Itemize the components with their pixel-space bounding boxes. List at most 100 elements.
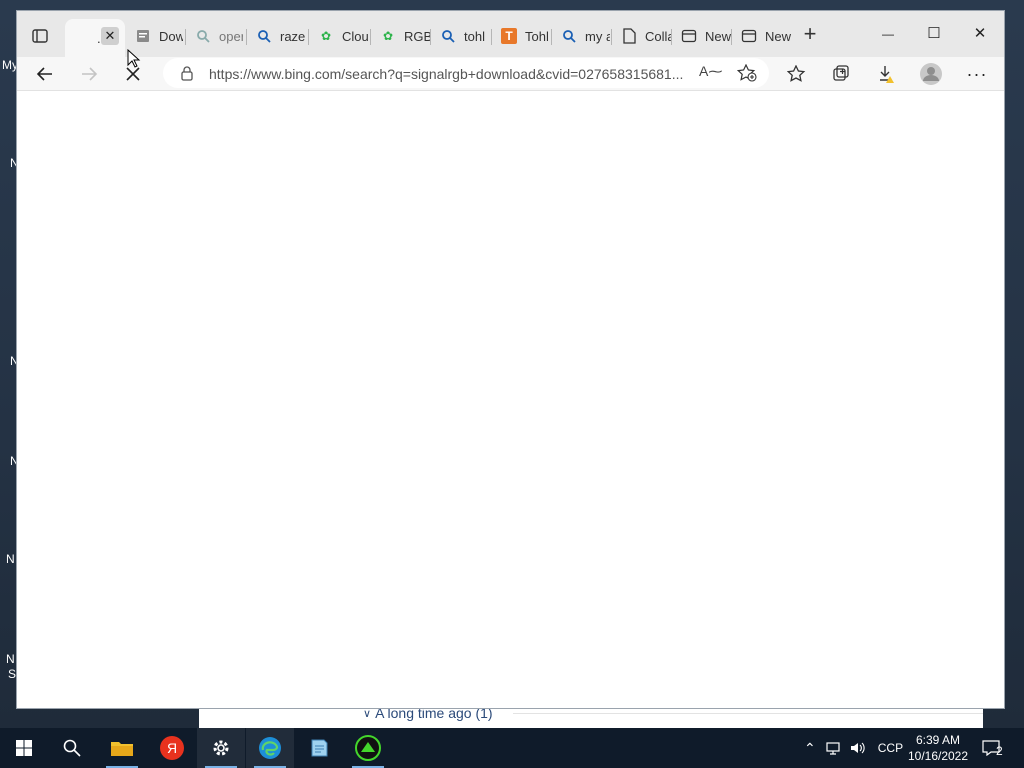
tab[interactable]: New	[673, 23, 731, 49]
folder-icon	[111, 742, 133, 756]
system-tray: ⌃ ССР	[804, 728, 903, 768]
tab-label: Colla	[645, 28, 671, 44]
address-bar[interactable]: https://www.bing.com/search?q=signalrgb+…	[163, 58, 769, 88]
search-icon	[256, 28, 272, 44]
network-icon[interactable]	[826, 741, 842, 755]
tab[interactable]: tohl	[432, 23, 490, 49]
tab-label: tohl	[464, 28, 485, 44]
plus-icon: +	[803, 21, 817, 46]
tab-separator	[246, 29, 247, 45]
back-button[interactable]	[31, 61, 59, 87]
new-tab-button[interactable]: +	[799, 21, 821, 46]
razer-icon: ✿	[382, 29, 394, 43]
tab[interactable]: raze	[248, 23, 306, 49]
taskbar-file-explorer[interactable]	[98, 728, 146, 768]
notification-count-badge: 2	[996, 744, 1003, 758]
minimize-icon: —	[882, 27, 894, 41]
clock-time: 6:39 AM	[915, 733, 961, 747]
language-indicator[interactable]: ССР	[878, 741, 903, 755]
close-icon: ✕	[973, 25, 987, 42]
tab-label: Clou	[342, 28, 368, 44]
back-arrow-icon	[36, 67, 52, 81]
tab[interactable]: ✿ RGB	[372, 23, 430, 49]
volume-icon[interactable]	[850, 741, 866, 755]
tab-label: New	[765, 28, 791, 44]
tab-actions-button[interactable]	[29, 25, 51, 47]
razer-synapse-icon	[355, 735, 381, 761]
minimize-button[interactable]: —	[865, 19, 911, 49]
tab[interactable]: T Tohl	[493, 23, 551, 49]
tab-separator	[491, 29, 492, 45]
lock-icon[interactable]	[180, 65, 194, 81]
start-button[interactable]	[0, 728, 48, 768]
downloads-button[interactable]	[873, 61, 901, 87]
newtab-icon	[681, 28, 697, 44]
favorites-icon	[787, 65, 806, 82]
clock[interactable]: 6:39 AM 10/16/2022	[904, 732, 972, 764]
tab-separator	[370, 29, 371, 45]
tab[interactable]: oper	[187, 23, 243, 49]
close-icon: ✕	[104, 28, 116, 43]
taskbar-edge[interactable]	[246, 728, 294, 768]
url-text: https://www.bing.com/search?q=signalrgb+…	[209, 66, 683, 82]
more-icon: ···	[966, 63, 988, 84]
taskbar-settings[interactable]	[197, 728, 245, 768]
forward-arrow-icon	[82, 67, 98, 81]
tab[interactable]: my a	[553, 23, 610, 49]
divider	[513, 713, 983, 714]
profile-button[interactable]	[917, 61, 945, 87]
tab-separator	[430, 29, 431, 45]
browser-toolbar: https://www.bing.com/search?q=signalrgb+…	[17, 57, 1004, 91]
url-host: https://www.bing.com	[209, 66, 342, 82]
tab[interactable]: New	[733, 23, 791, 49]
tab-label: Tohl	[525, 28, 549, 44]
svg-text:Я: Я	[167, 740, 177, 756]
close-tab-button[interactable]: ✕	[101, 27, 119, 45]
tab[interactable]: Colla	[613, 23, 671, 49]
tab-label: RGB	[404, 28, 430, 44]
tab[interactable]: ✿ Clou	[310, 23, 368, 49]
maximize-button[interactable]: ☐	[911, 19, 957, 49]
action-center-button[interactable]: 2	[982, 728, 1003, 768]
chevron-up-icon[interactable]: ⌃	[804, 740, 816, 757]
taskbar-razer[interactable]	[344, 728, 392, 768]
read-aloud-icon: A⁓	[699, 63, 723, 79]
desktop-icon-label[interactable]: N	[6, 652, 15, 666]
tab-actions-icon	[32, 29, 48, 43]
gear-icon	[213, 740, 229, 756]
edge-icon	[259, 737, 281, 759]
search-icon	[195, 28, 211, 44]
read-aloud-button[interactable]: A⁓	[699, 63, 722, 80]
url-path: /search?q=signalrgb+download&cvid=027658…	[341, 66, 684, 82]
collections-button[interactable]	[827, 61, 855, 87]
maximize-icon: ☐	[927, 25, 941, 42]
settings-more-button[interactable]: ···	[963, 61, 991, 87]
windows-icon	[16, 740, 32, 756]
tab-label: raze	[280, 28, 306, 44]
search-icon	[63, 739, 81, 757]
yandex-browser-icon: Я	[160, 736, 184, 760]
page-content[interactable]	[17, 91, 1004, 708]
taskbar-yandex[interactable]: Я	[148, 728, 196, 768]
tab[interactable]: Dow	[127, 23, 183, 49]
blank-icon	[73, 30, 89, 46]
chevron-down-icon: ∨	[363, 707, 372, 720]
favorites-button[interactable]	[783, 61, 811, 87]
close-window-button[interactable]: ✕	[957, 19, 1003, 49]
taskbar: Я ⌃ ССР 6:39 AM 10/16/2022 2	[0, 728, 1024, 768]
desktop-icon-label[interactable]: N	[6, 552, 15, 566]
taskbar-notepad[interactable]	[295, 728, 343, 768]
search-button[interactable]	[48, 728, 96, 768]
tab-label: New	[705, 28, 731, 44]
newtab-icon	[741, 28, 757, 44]
search-icon	[561, 28, 577, 44]
mouse-cursor-icon	[127, 49, 141, 68]
tab-separator	[611, 29, 612, 45]
document-icon	[621, 28, 637, 44]
add-favorite-button[interactable]	[737, 64, 757, 82]
razer-icon: ✿	[320, 29, 332, 43]
forward-button[interactable]	[75, 61, 103, 87]
notepad-icon	[311, 739, 328, 757]
desktop-icon-label[interactable]: My	[2, 58, 18, 72]
avatar	[920, 63, 942, 85]
